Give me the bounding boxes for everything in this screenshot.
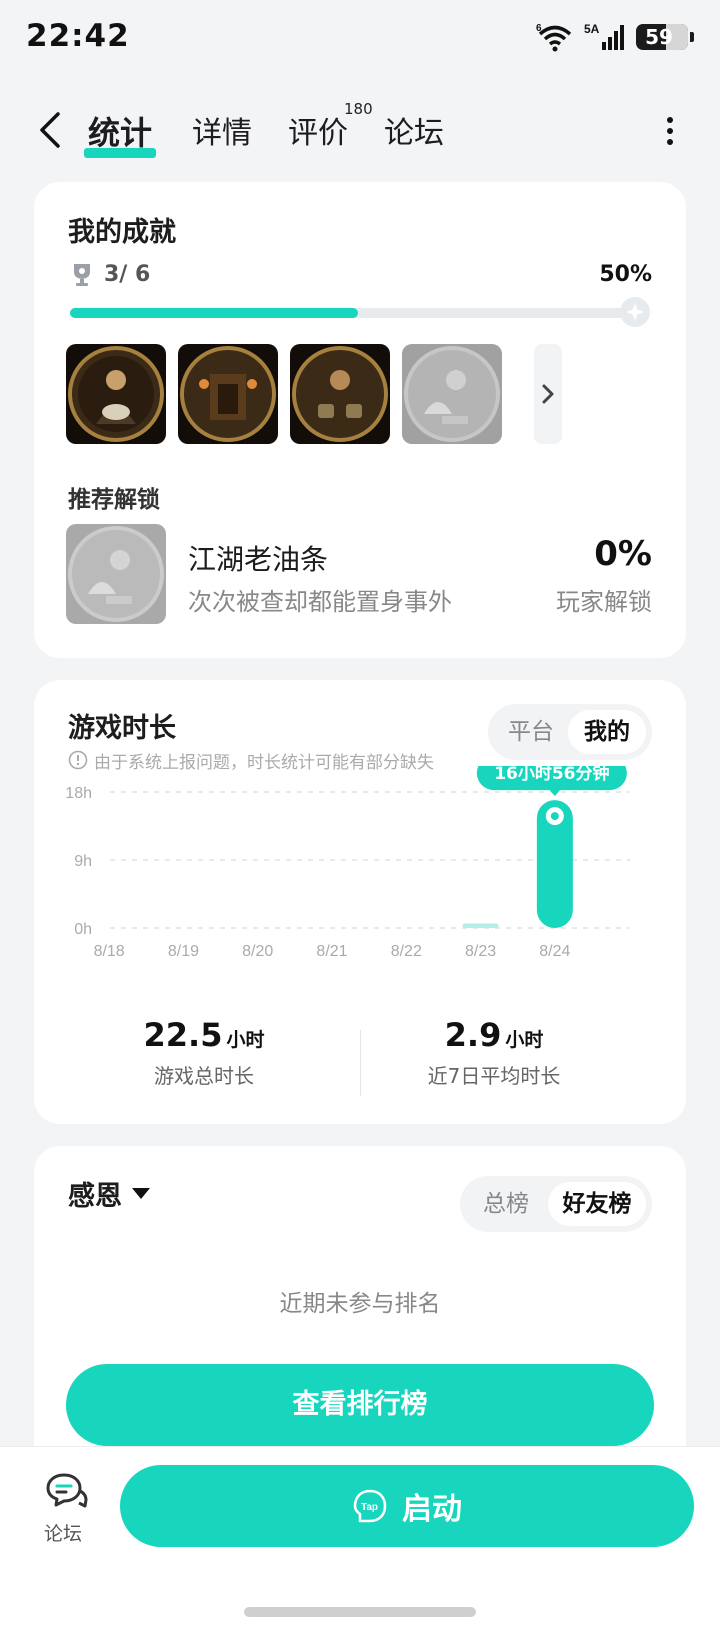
playtime-chart: 0h 9h 18h 8/18 8/19 8/20 8/21 8/22 8/23 16小时56分钟 8… — [65, 766, 630, 960]
ranking-empty-text: 近期未参与排名 — [279, 1291, 441, 1317]
caret-down-icon — [132, 1188, 150, 1199]
tap-logo-text: Tap — [361, 1502, 378, 1513]
total-playtime-unit: 小时 — [226, 1029, 265, 1051]
toggle-mine[interactable]: 我的 — [568, 710, 646, 754]
stats-divider — [360, 1030, 361, 1096]
total-playtime: 22.5 小时 游戏总时长 — [94, 1016, 314, 1089]
x-tick-label: 8/22 — [391, 943, 422, 960]
recommend-unlock-percent: 0% — [594, 534, 652, 574]
progress-end-icon — [620, 297, 650, 327]
y-tick-label: 18h — [65, 785, 92, 802]
back-icon[interactable] — [36, 110, 66, 150]
forum-icon[interactable] — [44, 1471, 88, 1511]
achievement-thumb[interactable] — [290, 344, 390, 444]
tab-stats[interactable]: 统计 — [88, 108, 152, 154]
top-nav: 统计 详情 评价 180 论坛 — [0, 96, 720, 166]
bar-marker-dot — [550, 812, 559, 821]
toggle-platform[interactable]: 平台 — [494, 710, 568, 754]
more-achievements-button[interactable] — [534, 344, 562, 444]
view-ranking-button[interactable]: 查看排行榜 — [66, 1364, 654, 1446]
playtime-toggle: 平台 我的 — [488, 704, 652, 760]
launch-button[interactable]: Tap 启动 — [120, 1465, 694, 1547]
x-tick-label: 8/24 — [539, 943, 570, 960]
x-tick-label: 8/23 — [465, 943, 496, 960]
x-tick-label: 8/21 — [316, 943, 347, 960]
avg-playtime: 2.9 小时 近7日平均时长 — [374, 1016, 614, 1089]
playtime-card: 游戏时长 由于系统上报问题，时长统计可能有部分缺失 平台 我的 0h 9h 18h 8… — [34, 680, 686, 1124]
achievements-progress-bar — [70, 308, 646, 318]
ranking-toggle: 总榜 好友榜 — [460, 1176, 652, 1232]
recommend-title: 推荐解锁 — [68, 487, 160, 513]
achievement-thumb-locked[interactable] — [402, 344, 502, 444]
y-tick-label: 0h — [74, 921, 92, 938]
avg-playtime-unit: 小时 — [505, 1029, 544, 1051]
achievement-thumb[interactable] — [178, 344, 278, 444]
toggle-overall[interactable]: 总榜 — [466, 1182, 546, 1226]
tab-details[interactable]: 详情 — [192, 108, 252, 152]
y-tick-label: 9h — [74, 853, 92, 870]
wifi-badge: 6 — [536, 23, 542, 34]
achievements-card: 我的成就 3/ 6 50% 推荐解锁 江湖老油条 次次被查却都能置身事外 0% … — [34, 182, 686, 658]
x-tick-label: 8/19 — [168, 943, 199, 960]
highlight-label: 16小时56分钟 — [494, 766, 609, 784]
battery-icon: 59 — [636, 24, 688, 50]
ranking-title: 感恩 — [68, 1181, 122, 1212]
playtime-title: 游戏时长 — [68, 713, 176, 744]
toggle-friends[interactable]: 好友榜 — [548, 1182, 646, 1226]
total-playtime-label: 游戏总时长 — [154, 1064, 254, 1088]
tap-logo-icon: Tap — [353, 1489, 387, 1523]
forum-label[interactable]: 论坛 — [44, 1519, 82, 1546]
achievements-count: 3/ 6 — [104, 262, 151, 287]
recommend-name: 江湖老油条 — [188, 543, 329, 576]
network-label: 5A — [584, 22, 600, 36]
recommend-description: 次次被查却都能置身事外 — [188, 588, 452, 616]
battery-level: 59 — [645, 25, 673, 49]
trophy-icon — [70, 262, 94, 288]
ranking-card: 感恩 总榜 好友榜 近期未参与排名 查看排行榜 — [34, 1146, 686, 1476]
achievement-thumb[interactable] — [66, 344, 166, 444]
total-playtime-value: 22.5 — [143, 1016, 223, 1054]
bottom-bar: 论坛 Tap 启动 — [0, 1446, 720, 1629]
achievements-title: 我的成就 — [68, 217, 176, 248]
recommend-achievement-thumb[interactable] — [66, 524, 166, 624]
reviews-count-badge: 180 — [344, 100, 373, 118]
status-time: 22:42 — [26, 18, 130, 54]
tab-reviews[interactable]: 评价 — [288, 108, 348, 152]
ranking-selector[interactable]: 感恩 — [68, 1174, 150, 1213]
home-indicator — [244, 1607, 476, 1617]
launch-label: 启动 — [402, 1492, 462, 1527]
avg-playtime-value: 2.9 — [444, 1016, 502, 1054]
x-tick-label: 8/18 — [94, 943, 125, 960]
status-bar: 22:42 6 5A 59 — [0, 0, 720, 76]
achievements-percent: 50% — [599, 262, 652, 287]
avg-playtime-label: 近7日平均时长 — [427, 1064, 561, 1088]
recommend-unlock-label: 玩家解锁 — [556, 588, 652, 616]
tab-forum[interactable]: 论坛 — [384, 108, 444, 152]
chart-bar — [462, 923, 499, 928]
achievements-progress-fill — [70, 308, 358, 318]
more-options-icon[interactable] — [665, 116, 675, 146]
wifi-icon: 6 — [536, 22, 574, 52]
x-tick-label: 8/20 — [242, 943, 273, 960]
signal-icon: 5A — [584, 22, 626, 52]
